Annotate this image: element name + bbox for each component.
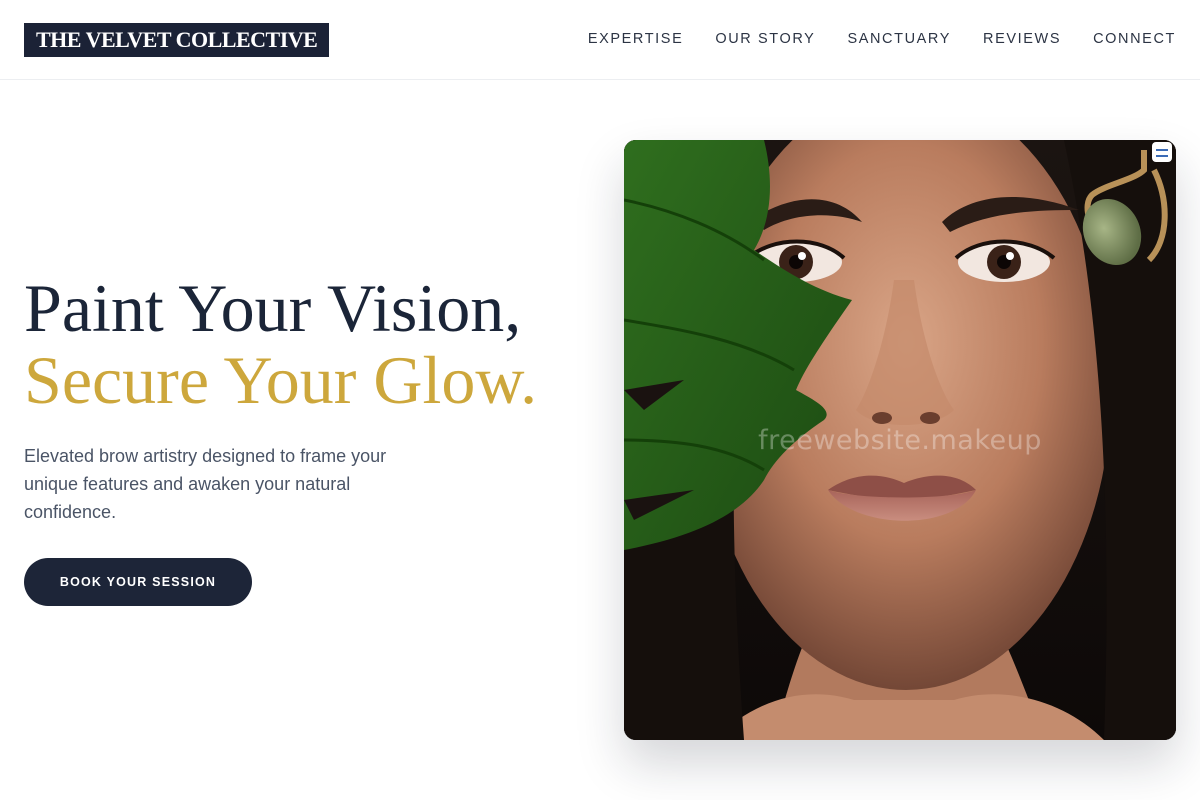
main-nav: EXPERTISE OUR STORY SANCTUARY REVIEWS CO… [588,29,1176,49]
image-watermark: freewebsite.makeup [758,425,1042,456]
nav-link-connect[interactable]: CONNECT [1093,29,1176,49]
site-header: THE VELVET COLLECTIVE EXPERTISE OUR STOR… [0,0,1200,80]
brand-logo[interactable]: THE VELVET COLLECTIVE [24,23,330,57]
nav-link-expertise[interactable]: EXPERTISE [588,29,684,49]
hero-title-line-2: Secure Your Glow. [24,342,538,418]
hero-title: Paint Your Vision, Secure Your Glow. [24,272,604,416]
hero-subtitle: Elevated brow artistry designed to frame… [24,446,387,522]
nav-link-reviews[interactable]: REVIEWS [983,29,1061,49]
hero-title-line-1: Paint Your Vision, [24,270,522,346]
nav-link-sanctuary[interactable]: SANCTUARY [847,29,951,49]
hero-image: freewebsite.makeup [624,140,1176,740]
book-session-button[interactable]: BOOK YOUR SESSION [24,558,252,606]
nav-link-our-story[interactable]: OUR STORY [715,29,815,49]
